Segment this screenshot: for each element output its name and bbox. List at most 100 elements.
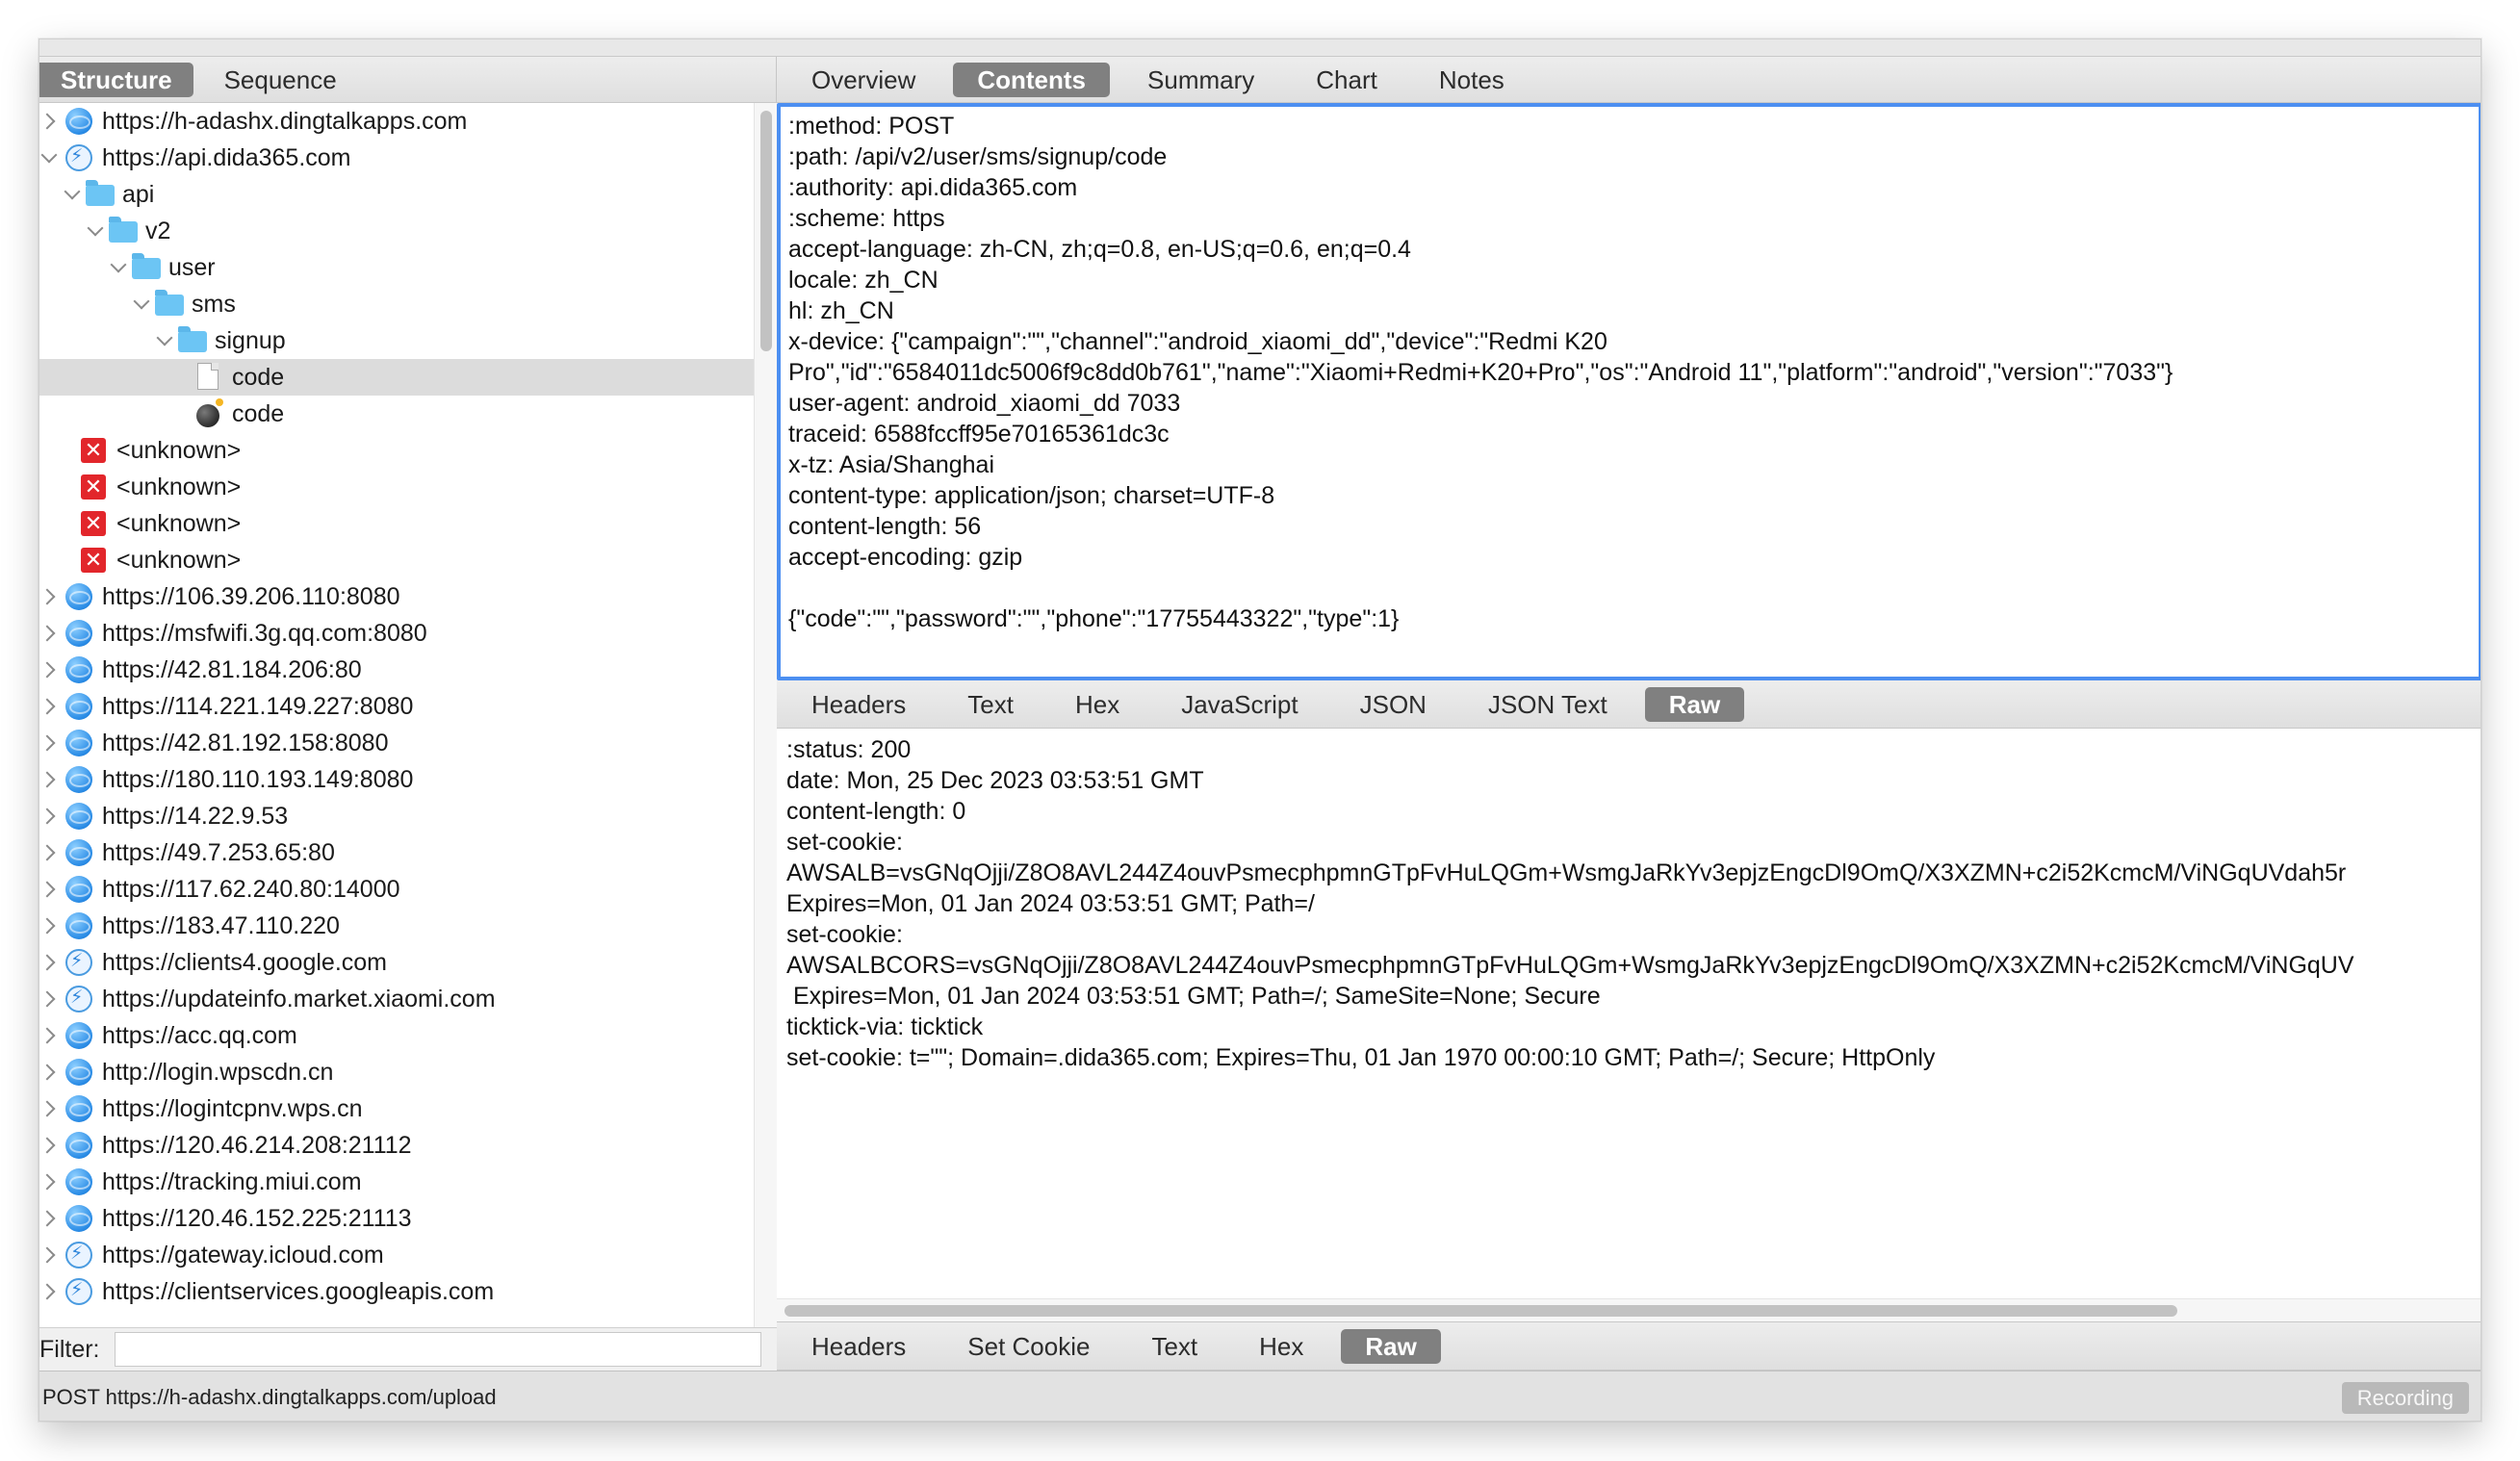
left-tab-sequence[interactable]: Sequence (200, 63, 361, 97)
chevron-right-icon[interactable] (39, 879, 60, 900)
request-line: content-length: 56 (788, 513, 982, 540)
tree-row[interactable]: https://msfwifi.3g.qq.com:8080 (39, 615, 754, 652)
chevron-right-icon[interactable] (39, 1244, 60, 1266)
tree-row[interactable]: code (39, 396, 754, 432)
host-tree[interactable]: https://h-adashx.dingtalkapps.com https:/… (39, 103, 754, 1327)
chevron-right-icon[interactable] (39, 586, 60, 607)
request-tab-json[interactable]: JSON (1336, 687, 1451, 722)
response-tab-raw[interactable]: Raw (1341, 1328, 1441, 1364)
tree-row[interactable]: https://gateway.icloud.com (39, 1237, 754, 1273)
response-line: set-cookie: t=""; Domain=.dida365.com; E… (786, 1044, 1936, 1071)
tree-row[interactable]: https://42.81.192.158:8080 (39, 725, 754, 761)
tree-scrollbar[interactable] (754, 103, 777, 1327)
response-tab-hex[interactable]: Hex (1235, 1329, 1327, 1364)
tree-row[interactable]: https://49.7.253.65:80 (39, 834, 754, 871)
detail-tab-contents[interactable]: Contents (953, 62, 1111, 97)
request-tab-javascript[interactable]: JavaScript (1157, 687, 1322, 722)
chevron-down-icon[interactable] (154, 330, 175, 351)
charles-proxy-window: Structure Sequence https://h-adashx.dingt… (39, 38, 2481, 1422)
tree-row[interactable]: https://183.47.110.220 (39, 908, 754, 944)
chevron-right-icon[interactable] (39, 623, 60, 644)
left-tab-structure[interactable]: Structure (39, 62, 193, 97)
tree-row[interactable]: https://42.81.184.206:80 (39, 652, 754, 688)
chevron-right-icon[interactable] (39, 952, 60, 973)
chevron-down-icon[interactable] (39, 147, 60, 168)
globe-icon (65, 730, 92, 756)
chevron-down-icon[interactable] (62, 184, 83, 205)
tree-row[interactable]: api (39, 176, 754, 213)
detail-tab-chart[interactable]: Chart (1292, 63, 1401, 97)
response-tab-text[interactable]: Text (1127, 1329, 1221, 1364)
tree-row[interactable]: ✕ <unknown> (39, 505, 754, 542)
request-line: accept-encoding: gzip (788, 544, 1023, 571)
request-raw-editor[interactable]: :method: POST:path: /api/v2/user/sms/sig… (777, 103, 2481, 680)
chevron-right-icon[interactable] (39, 111, 60, 132)
response-tab-set-cookie[interactable]: Set Cookie (943, 1329, 1114, 1364)
response-line: ticktick-via: ticktick (786, 1013, 984, 1040)
tree-row[interactable]: ✕ <unknown> (39, 432, 754, 469)
tree-row[interactable]: https://120.46.152.225:21113 (39, 1200, 754, 1237)
response-raw-editor[interactable]: :status: 200 date: Mon, 25 Dec 2023 03:53… (777, 729, 2481, 1298)
chevron-down-icon[interactable] (85, 220, 106, 242)
chevron-right-icon[interactable] (39, 806, 60, 827)
chevron-right-icon[interactable] (39, 1208, 60, 1229)
request-tab-json-text[interactable]: JSON Text (1464, 687, 1632, 722)
tree-row[interactable]: https://updateinfo.market.xiaomi.com (39, 981, 754, 1017)
tree-row[interactable]: http://login.wpscdn.cn (39, 1054, 754, 1090)
chevron-right-icon[interactable] (39, 915, 60, 936)
chevron-right-icon[interactable] (39, 659, 60, 680)
tree-row-label: https://clientservices.googleapis.com (102, 1277, 495, 1305)
tree-row[interactable]: https://tracking.miui.com (39, 1164, 754, 1200)
tree-scrollbar-thumb[interactable] (760, 111, 772, 351)
detail-tab-summary[interactable]: Summary (1123, 63, 1278, 97)
chevron-right-icon[interactable] (39, 732, 60, 754)
chevron-down-icon[interactable] (108, 257, 129, 278)
left-pane: Structure Sequence https://h-adashx.dingt… (39, 57, 777, 1371)
tree-row-label: https://114.221.149.227:8080 (102, 692, 414, 720)
tree-row[interactable]: v2 (39, 213, 754, 249)
response-horizontal-scrollbar-thumb[interactable] (784, 1305, 2177, 1317)
tree-row[interactable]: https://106.39.206.110:8080 (39, 578, 754, 615)
tree-row[interactable]: code (39, 359, 754, 396)
tree-row[interactable]: https://117.62.240.80:14000 (39, 871, 754, 908)
detail-tab-notes[interactable]: Notes (1415, 63, 1529, 97)
tree-row[interactable]: https://logintcpnv.wps.cn (39, 1090, 754, 1127)
chevron-right-icon[interactable] (39, 1171, 60, 1192)
chevron-right-icon[interactable] (39, 1062, 60, 1083)
chevron-right-icon[interactable] (39, 1135, 60, 1156)
tree-row[interactable]: https://clientservices.googleapis.com (39, 1273, 754, 1310)
tree-row[interactable]: ✕ <unknown> (39, 542, 754, 578)
request-tab-raw[interactable]: Raw (1644, 686, 1745, 722)
tree-row[interactable]: https://14.22.9.53 (39, 798, 754, 834)
request-tab-headers[interactable]: Headers (787, 687, 930, 722)
response-horizontal-scrollbar[interactable] (777, 1298, 2481, 1321)
tree-row[interactable]: user (39, 249, 754, 286)
filter-input[interactable] (115, 1332, 761, 1367)
response-tab-headers[interactable]: Headers (787, 1329, 930, 1364)
chevron-right-icon[interactable] (39, 842, 60, 863)
tree-row[interactable]: sms (39, 286, 754, 322)
chevron-right-icon[interactable] (39, 1025, 60, 1046)
recording-button[interactable]: Recording (2341, 1382, 2469, 1414)
tree-row[interactable]: https://h-adashx.dingtalkapps.com (39, 103, 754, 140)
tree-row-label: https://49.7.253.65:80 (102, 838, 335, 866)
chevron-right-icon[interactable] (39, 696, 60, 717)
tree-row[interactable]: https://api.dida365.com (39, 140, 754, 176)
request-line: :path: /api/v2/user/sms/signup/code (788, 143, 1168, 170)
tree-row[interactable]: https://120.46.214.208:21112 (39, 1127, 754, 1164)
tree-row[interactable]: https://clients4.google.com (39, 944, 754, 981)
tree-row[interactable]: https://acc.qq.com (39, 1017, 754, 1054)
globe-icon (65, 1059, 92, 1086)
tree-row[interactable]: signup (39, 322, 754, 359)
chevron-right-icon[interactable] (39, 1098, 60, 1119)
detail-tab-overview[interactable]: Overview (787, 63, 939, 97)
chevron-right-icon[interactable] (39, 988, 60, 1010)
request-tab-hex[interactable]: Hex (1051, 687, 1144, 722)
tree-row[interactable]: ✕ <unknown> (39, 469, 754, 505)
chevron-down-icon[interactable] (131, 294, 152, 315)
chevron-right-icon[interactable] (39, 769, 60, 790)
tree-row[interactable]: https://180.110.193.149:8080 (39, 761, 754, 798)
request-tab-text[interactable]: Text (943, 687, 1038, 722)
chevron-right-icon[interactable] (39, 1281, 60, 1302)
tree-row[interactable]: https://114.221.149.227:8080 (39, 688, 754, 725)
